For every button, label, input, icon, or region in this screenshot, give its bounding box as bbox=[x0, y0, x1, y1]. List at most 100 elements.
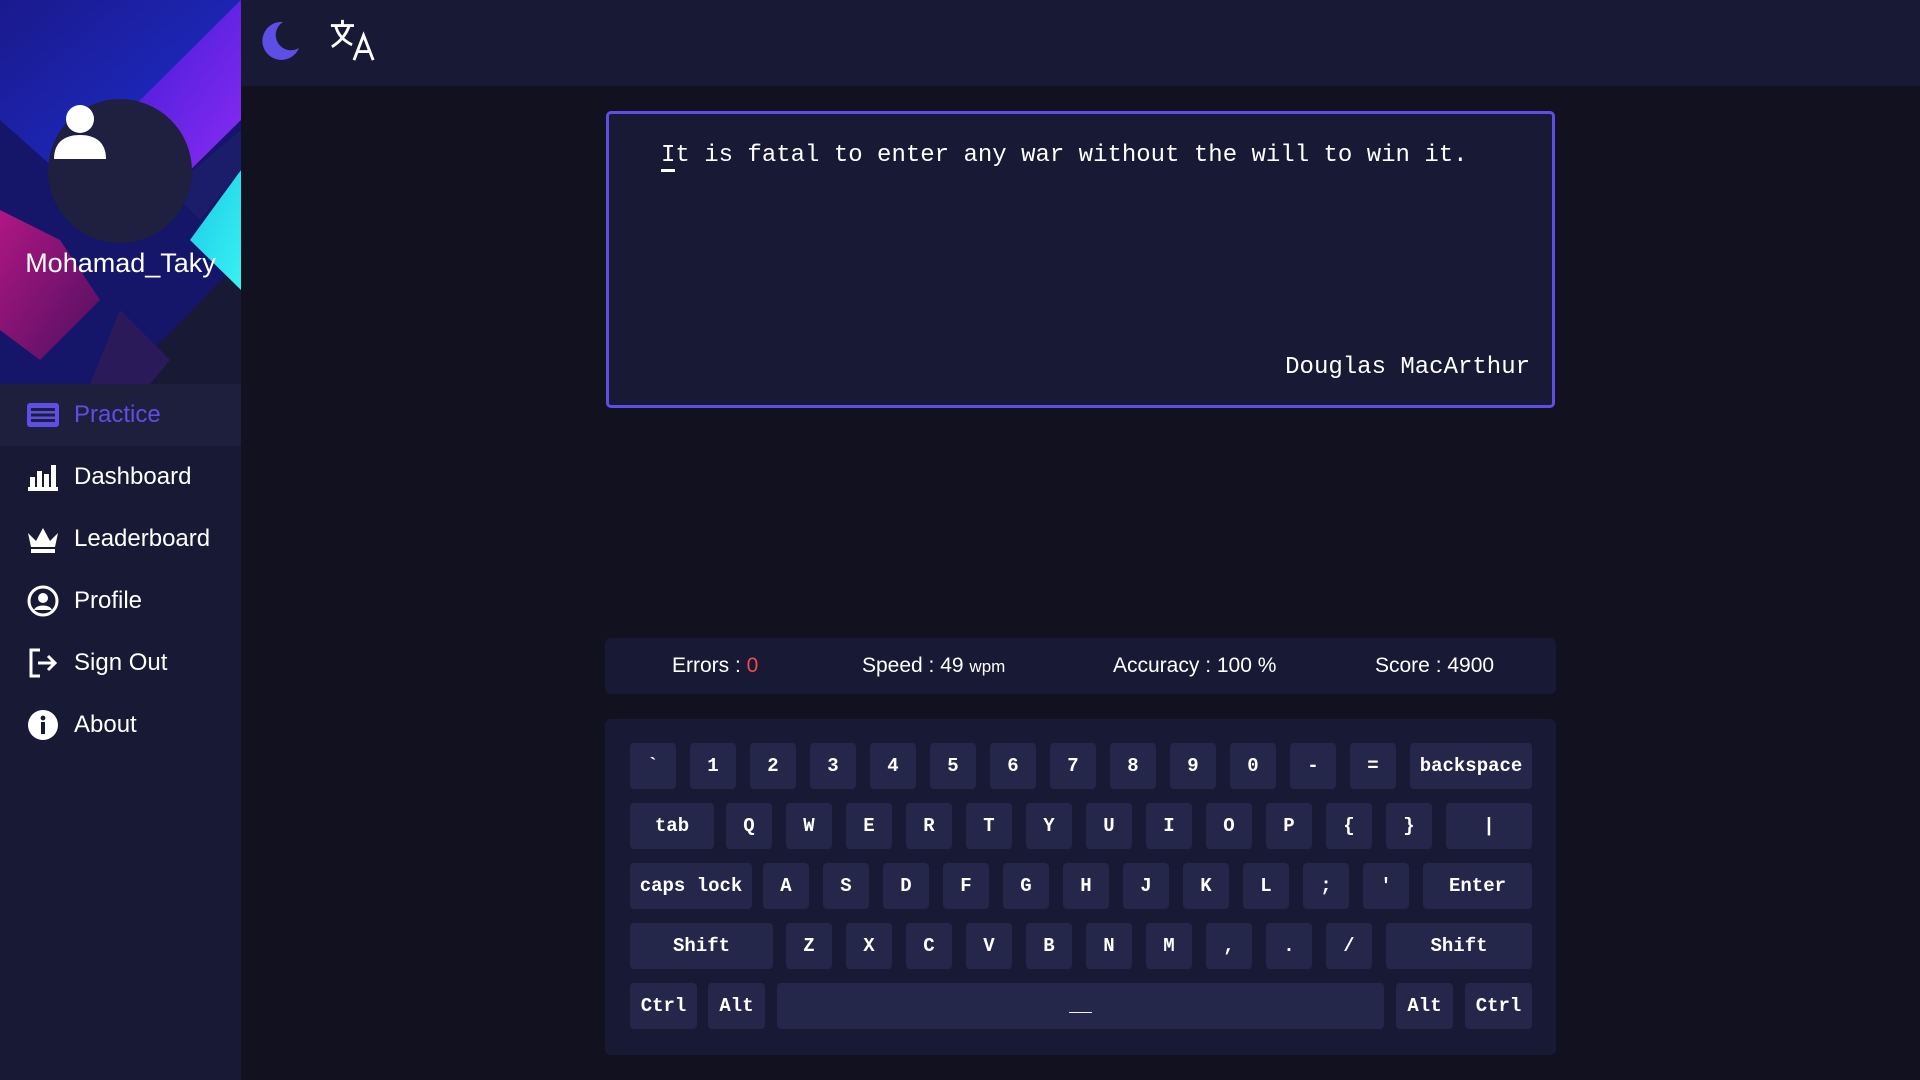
avatar[interactable] bbox=[48, 99, 192, 243]
key-enter[interactable]: Enter bbox=[1423, 863, 1532, 909]
username: Mohamad_Taky bbox=[25, 248, 216, 278]
top-bar bbox=[241, 0, 1920, 86]
key-p[interactable]: P bbox=[1266, 803, 1312, 849]
bar-chart-icon bbox=[26, 460, 60, 494]
key-e[interactable]: E bbox=[846, 803, 892, 849]
key-z[interactable]: Z bbox=[786, 923, 832, 969]
keyboard-row-3: caps lock A S D F G H J K L ; ' Enter bbox=[630, 863, 1532, 909]
key-backtick[interactable]: ` bbox=[630, 743, 676, 789]
sidebar: Mohamad_Taky Practice Dashboard Leaderbo… bbox=[0, 0, 241, 1080]
sidebar-item-label: Profile bbox=[74, 587, 143, 614]
key-shift-right[interactable]: Shift bbox=[1386, 923, 1532, 969]
key-ctrl-left[interactable]: Ctrl bbox=[630, 983, 697, 1029]
remaining-text: t is fatal to enter any war without the … bbox=[675, 142, 1468, 169]
sidebar-item-label: Sign Out bbox=[74, 649, 168, 676]
quote-card[interactable]: It is fatal to enter any war without the… bbox=[606, 111, 1555, 408]
key-2[interactable]: 2 bbox=[750, 743, 796, 789]
errors-stat: Errors : 0 bbox=[672, 654, 758, 678]
sidebar-item-practice[interactable]: Practice bbox=[0, 384, 241, 446]
keyboard-row-4: Shift Z X C V B N M , . / Shift bbox=[630, 923, 1532, 969]
key-w[interactable]: W bbox=[786, 803, 832, 849]
sidebar-item-dashboard[interactable]: Dashboard bbox=[0, 446, 241, 508]
keyboard-row-5: Ctrl Alt __ Alt Ctrl bbox=[630, 983, 1532, 1029]
sidebar-item-sign-out[interactable]: Sign Out bbox=[0, 632, 241, 694]
key-4[interactable]: 4 bbox=[870, 743, 916, 789]
key-equals[interactable]: = bbox=[1350, 743, 1396, 789]
speed-label: Speed : 49 bbox=[862, 654, 970, 677]
speed-stat: Speed : 49 wpm bbox=[862, 654, 1005, 678]
key-backspace[interactable]: backspace bbox=[1410, 743, 1532, 789]
key-1[interactable]: 1 bbox=[690, 743, 736, 789]
key-8[interactable]: 8 bbox=[1110, 743, 1156, 789]
key-l[interactable]: L bbox=[1243, 863, 1289, 909]
key-n[interactable]: N bbox=[1086, 923, 1132, 969]
key-t[interactable]: T bbox=[966, 803, 1012, 849]
key-6[interactable]: 6 bbox=[990, 743, 1036, 789]
current-character: I bbox=[661, 142, 676, 172]
key-minus[interactable]: - bbox=[1290, 743, 1336, 789]
sidebar-item-label: About bbox=[74, 711, 137, 738]
key-b[interactable]: B bbox=[1026, 923, 1072, 969]
key-f[interactable]: F bbox=[943, 863, 989, 909]
key-7[interactable]: 7 bbox=[1050, 743, 1096, 789]
moon-icon[interactable] bbox=[255, 16, 303, 64]
key-shift-left[interactable]: Shift bbox=[630, 923, 773, 969]
key-close-brace[interactable]: } bbox=[1386, 803, 1432, 849]
virtual-keyboard: ` 1 2 3 4 5 6 7 8 9 0 - = backspace tab … bbox=[605, 719, 1556, 1055]
key-o[interactable]: O bbox=[1206, 803, 1252, 849]
key-k[interactable]: K bbox=[1183, 863, 1229, 909]
key-semicolon[interactable]: ; bbox=[1303, 863, 1349, 909]
keyboard-icon bbox=[26, 398, 60, 432]
key-9[interactable]: 9 bbox=[1170, 743, 1216, 789]
key-d[interactable]: D bbox=[883, 863, 929, 909]
key-g[interactable]: G bbox=[1003, 863, 1049, 909]
user-circle-icon bbox=[26, 584, 60, 618]
sign-out-icon bbox=[26, 646, 60, 680]
sidebar-item-label: Leaderboard bbox=[74, 525, 211, 552]
key-q[interactable]: Q bbox=[726, 803, 772, 849]
key-u[interactable]: U bbox=[1086, 803, 1132, 849]
translate-icon[interactable] bbox=[329, 16, 377, 64]
key-5[interactable]: 5 bbox=[930, 743, 976, 789]
key-alt-left[interactable]: Alt bbox=[708, 983, 765, 1029]
accuracy-stat: Accuracy : 100 % bbox=[1113, 654, 1277, 677]
key-period[interactable]: . bbox=[1266, 923, 1312, 969]
key-pipe[interactable]: | bbox=[1446, 803, 1532, 849]
errors-label: Errors : bbox=[672, 654, 747, 677]
key-quote[interactable]: ' bbox=[1363, 863, 1409, 909]
key-a[interactable]: A bbox=[763, 863, 809, 909]
errors-value: 0 bbox=[746, 654, 759, 677]
key-i[interactable]: I bbox=[1146, 803, 1192, 849]
keyboard-row-2: tab Q W E R T Y U I O P { } | bbox=[630, 803, 1532, 849]
info-icon bbox=[26, 708, 60, 742]
sidebar-item-label: Practice bbox=[74, 401, 161, 428]
crown-icon bbox=[26, 522, 60, 556]
stats-bar: Errors : 0 Speed : 49 wpm Accuracy : 100… bbox=[605, 638, 1556, 694]
key-3[interactable]: 3 bbox=[810, 743, 856, 789]
key-0[interactable]: 0 bbox=[1230, 743, 1276, 789]
key-m[interactable]: M bbox=[1146, 923, 1192, 969]
keyboard-row-1: ` 1 2 3 4 5 6 7 8 9 0 - = backspace bbox=[630, 743, 1532, 789]
key-h[interactable]: H bbox=[1063, 863, 1109, 909]
key-c[interactable]: C bbox=[906, 923, 952, 969]
key-comma[interactable]: , bbox=[1206, 923, 1252, 969]
key-alt-right[interactable]: Alt bbox=[1396, 983, 1453, 1029]
key-space[interactable]: __ bbox=[777, 983, 1384, 1029]
sidebar-item-leaderboard[interactable]: Leaderboard bbox=[0, 508, 241, 570]
key-slash[interactable]: / bbox=[1326, 923, 1372, 969]
key-caps-lock[interactable]: caps lock bbox=[630, 863, 752, 909]
key-v[interactable]: V bbox=[966, 923, 1012, 969]
sidebar-item-profile[interactable]: Profile bbox=[0, 570, 241, 632]
key-r[interactable]: R bbox=[906, 803, 952, 849]
speed-unit: wpm bbox=[969, 657, 1006, 676]
sidebar-item-about[interactable]: About bbox=[0, 694, 241, 756]
key-s[interactable]: S bbox=[823, 863, 869, 909]
key-j[interactable]: J bbox=[1123, 863, 1169, 909]
key-y[interactable]: Y bbox=[1026, 803, 1072, 849]
key-ctrl-right[interactable]: Ctrl bbox=[1465, 983, 1532, 1029]
quote-text: It is fatal to enter any war without the… bbox=[661, 142, 1468, 172]
profile-banner: Mohamad_Taky bbox=[0, 0, 241, 384]
key-x[interactable]: X bbox=[846, 923, 892, 969]
key-open-brace[interactable]: { bbox=[1326, 803, 1372, 849]
key-tab[interactable]: tab bbox=[630, 803, 714, 849]
